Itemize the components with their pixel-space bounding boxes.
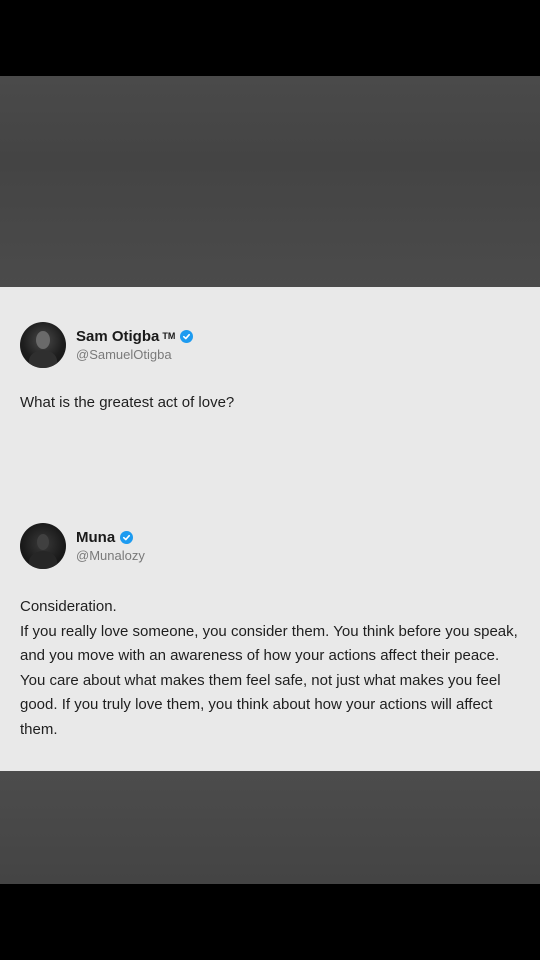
author-name[interactable]: Muna bbox=[76, 529, 115, 547]
bottom-letterbox bbox=[0, 884, 540, 960]
top-blurred-area bbox=[0, 76, 540, 287]
reply-line-body: If you really love someone, you consider… bbox=[20, 622, 518, 738]
avatar-face bbox=[37, 534, 49, 550]
author-handle[interactable]: @Munalozy bbox=[76, 548, 145, 564]
tweet-header: Muna @Munalozy bbox=[20, 523, 520, 569]
author-name-row: Muna bbox=[76, 529, 145, 547]
avatar[interactable] bbox=[20, 322, 66, 368]
verified-badge-icon bbox=[120, 531, 134, 544]
screenshot-card: Sam Otigba TM @SamuelOtigba What is the … bbox=[0, 287, 540, 771]
author-info: Sam Otigba TM @SamuelOtigba bbox=[76, 328, 194, 363]
top-letterbox bbox=[0, 0, 540, 76]
bottom-blurred-area bbox=[0, 771, 540, 884]
avatar[interactable] bbox=[20, 523, 66, 569]
reply-tweet[interactable]: Muna @Munalozy Consideration. If you rea… bbox=[20, 523, 520, 742]
author-info: Muna @Munalozy bbox=[76, 529, 145, 564]
author-name[interactable]: Sam Otigba bbox=[76, 328, 159, 346]
author-name-row: Sam Otigba TM bbox=[76, 328, 194, 346]
tweet-text: Consideration. If you really love someon… bbox=[20, 595, 520, 742]
tweet-text: What is the greatest act of love? bbox=[20, 394, 235, 411]
original-tweet[interactable]: Sam Otigba TM @SamuelOtigba What is the … bbox=[20, 322, 520, 415]
tweet-header: Sam Otigba TM @SamuelOtigba bbox=[20, 322, 520, 368]
avatar-shoulders bbox=[29, 350, 57, 368]
author-name-suffix: TM bbox=[162, 330, 176, 341]
verified-badge-icon bbox=[180, 330, 194, 343]
avatar-face bbox=[36, 331, 50, 349]
reply-line-heading: Consideration. bbox=[20, 598, 117, 615]
author-handle[interactable]: @SamuelOtigba bbox=[76, 347, 193, 363]
avatar-shoulders bbox=[29, 551, 57, 569]
